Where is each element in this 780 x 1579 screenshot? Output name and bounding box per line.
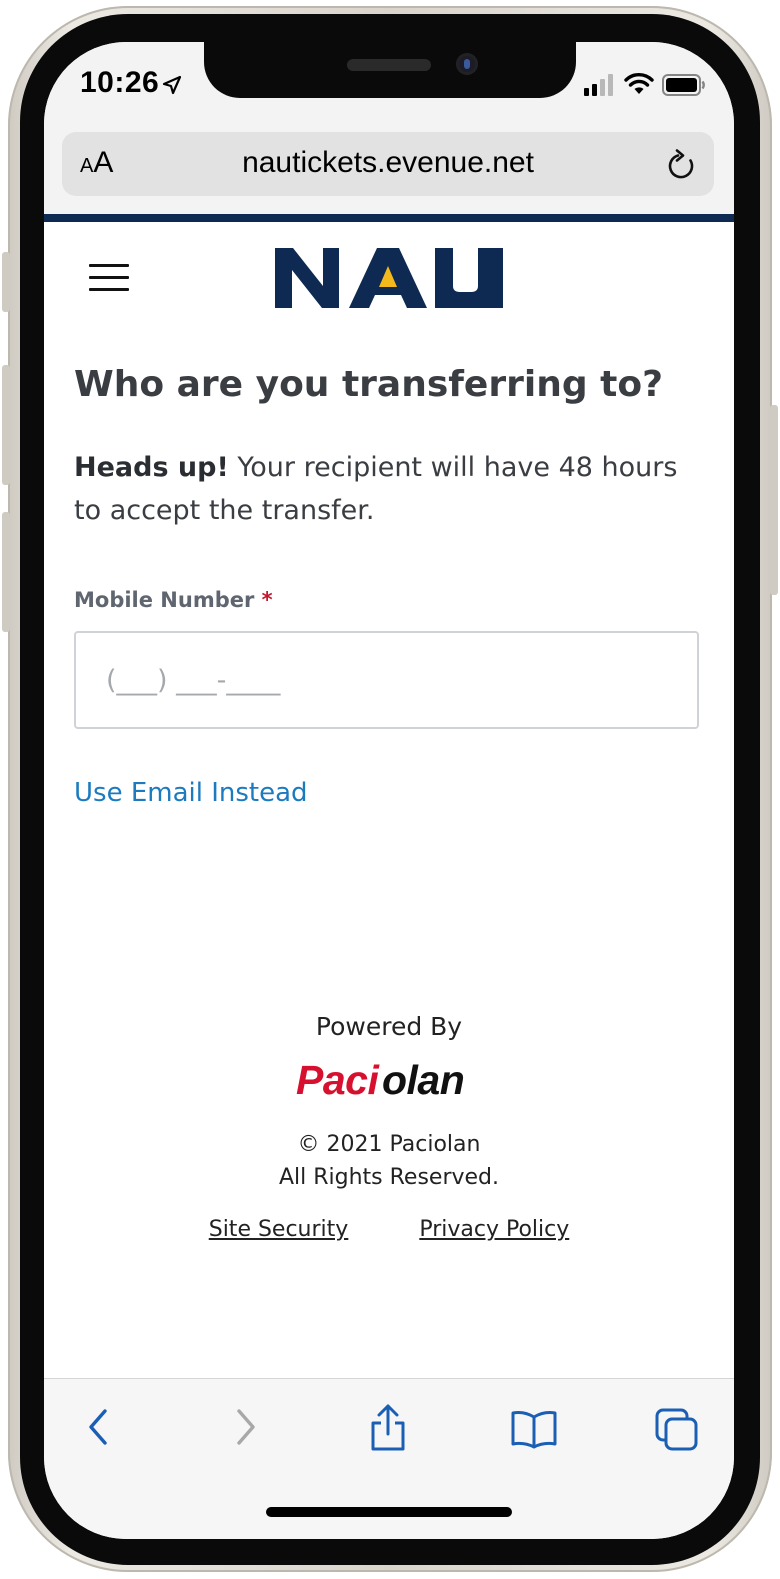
volume-down-button	[2, 512, 10, 632]
forward-icon[interactable]	[230, 1407, 260, 1447]
mute-switch	[2, 252, 10, 312]
nau-logo[interactable]	[275, 246, 505, 310]
header-accent-bar	[44, 214, 734, 222]
home-indicator[interactable]	[266, 1507, 512, 1517]
mobile-number-label-text: Mobile Number	[74, 588, 255, 612]
copyright-block: © 2021 Paciolan All Rights Reserved.	[44, 1128, 734, 1194]
back-icon[interactable]	[84, 1407, 114, 1447]
powered-by-text: Powered By	[315, 1012, 463, 1041]
rights-text: All Rights Reserved.	[278, 1165, 500, 1190]
notch	[204, 42, 576, 98]
privacy-policy-link[interactable]: Privacy Policy	[419, 1217, 569, 1242]
paciolan-logo[interactable]: Paci olan	[294, 1058, 486, 1102]
page-title: Who are you transferring to?	[74, 364, 663, 405]
speaker-grille	[347, 59, 431, 71]
bookmarks-icon[interactable]	[510, 1409, 558, 1449]
transfer-notice: Heads up! Your recipient will have 48 ho…	[74, 446, 704, 532]
site-security-link[interactable]: Site Security	[209, 1217, 349, 1242]
tabs-icon[interactable]	[654, 1407, 700, 1453]
share-icon[interactable]	[368, 1403, 408, 1453]
power-button	[770, 405, 778, 595]
volume-up-button	[2, 365, 10, 485]
notice-emphasis: Heads up!	[74, 452, 229, 483]
footer-links: Site Security Privacy Policy	[44, 1217, 734, 1242]
reload-icon[interactable]	[666, 148, 698, 182]
svg-text:Paci: Paci	[296, 1058, 380, 1102]
mobile-number-label: Mobile Number *	[74, 588, 273, 612]
status-time: 10:26	[80, 66, 160, 99]
required-indicator: *	[261, 588, 273, 612]
url-text[interactable]: nautickets.evenue.net	[62, 146, 714, 180]
copyright-text: © 2021 Paciolan	[297, 1132, 481, 1157]
hamburger-menu-icon[interactable]	[89, 264, 129, 292]
browser-address-area: AA nautickets.evenue.net	[44, 130, 734, 214]
browser-toolbar	[44, 1378, 734, 1539]
use-email-instead-link[interactable]: Use Email Instead	[74, 778, 308, 808]
screen: 10:26 AA nautickets.evenue.net Who are y…	[44, 42, 734, 1539]
camera-icon	[456, 53, 478, 75]
cellular-signal-icon	[584, 74, 613, 96]
mobile-number-input[interactable]	[74, 631, 699, 729]
location-arrow-icon	[162, 75, 182, 95]
svg-text:olan: olan	[382, 1058, 464, 1102]
address-bar[interactable]: AA nautickets.evenue.net	[62, 132, 714, 196]
wifi-icon	[624, 73, 654, 94]
battery-icon	[662, 74, 705, 96]
